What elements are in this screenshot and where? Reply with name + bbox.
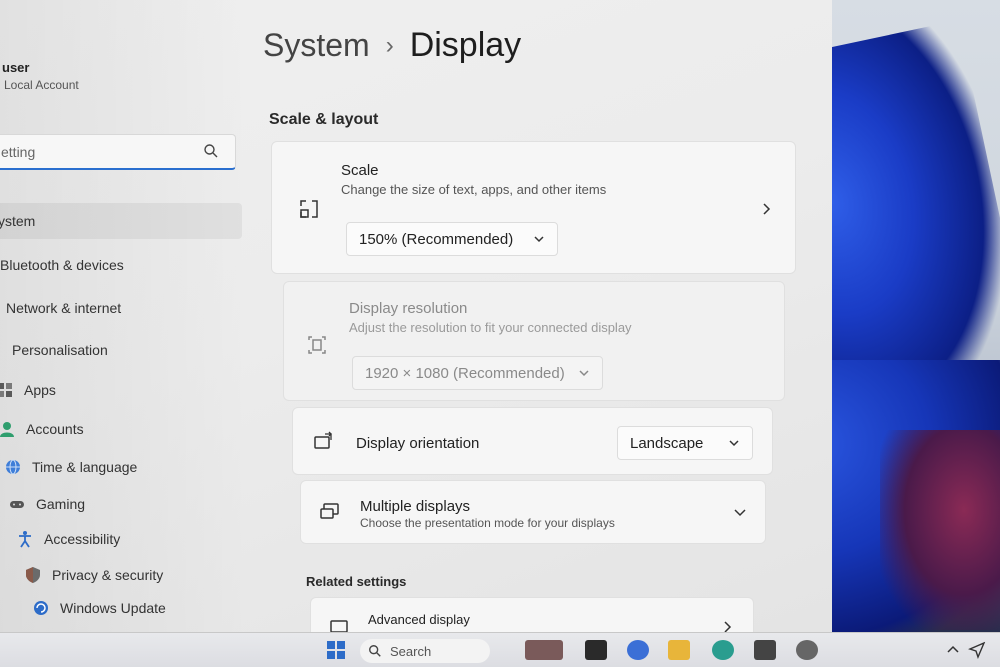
file-explorer-icon[interactable] (668, 640, 690, 660)
taskbar-search[interactable]: Search (360, 639, 490, 663)
sidebar-item-privacy-security[interactable]: Privacy & security (24, 557, 238, 593)
sidebar-item-system[interactable]: ystem (0, 203, 242, 239)
resolution-subtitle: Adjust the resolution to fit your connec… (349, 320, 632, 335)
orientation-card[interactable]: Display orientation Landscape (292, 407, 773, 475)
chevron-down-icon (729, 440, 739, 447)
chevron-down-icon (579, 370, 589, 377)
store-icon[interactable] (754, 640, 776, 660)
section-title-related-settings: Related settings (306, 574, 407, 589)
search-icon (369, 645, 381, 657)
resolution-value: 1920 × 1080 (Recommended) (365, 364, 565, 382)
advanced-display-title: Advanced display (368, 612, 470, 627)
resolution-dropdown[interactable]: 1920 × 1080 (Recommended) (352, 356, 603, 390)
resolution-title: Display resolution (349, 300, 468, 317)
settings-gear-icon[interactable] (796, 640, 818, 660)
sidebar-item-label: Accounts (26, 421, 84, 437)
sidebar-item-gaming[interactable]: Gaming (8, 486, 238, 522)
sidebar-item-accounts[interactable]: Accounts (0, 411, 238, 447)
task-view-icon[interactable] (585, 640, 607, 660)
sidebar-item-apps[interactable]: Apps (0, 372, 238, 408)
windows-start-icon[interactable] (325, 640, 347, 660)
update-icon (34, 601, 48, 615)
sidebar-item-label: Personalisation (12, 342, 108, 358)
taskbar-search-label: Search (390, 643, 432, 659)
location-arrow-icon[interactable] (968, 641, 986, 659)
user-name: user (2, 60, 30, 75)
settings-search-input[interactable] (1, 142, 201, 162)
chevron-down-icon (534, 236, 544, 243)
breadcrumb: System › Display (263, 26, 521, 65)
scale-dropdown[interactable]: 150% (Recommended) (346, 222, 558, 256)
apps-icon (0, 383, 12, 397)
sidebar-item-label: Windows Update (60, 600, 166, 616)
resolution-card[interactable]: Display resolution Adjust the resolution… (283, 281, 785, 401)
sidebar-item-label: Accessibility (44, 531, 121, 547)
multiple-displays-subtitle: Choose the presentation mode for your di… (360, 516, 615, 530)
orientation-title: Display orientation (356, 435, 480, 452)
sidebar-item-label: Time & language (32, 459, 138, 475)
breadcrumb-separator: › (385, 31, 394, 59)
taskbar-app-icon[interactable] (525, 640, 563, 660)
taskbar: Search (0, 632, 1000, 667)
sidebar-item-windows-update[interactable]: Windows Update (32, 590, 238, 626)
scale-title: Scale (341, 162, 379, 179)
scale-value: 150% (Recommended) (359, 230, 514, 248)
multiple-displays-title: Multiple displays (360, 498, 471, 515)
shield-icon (26, 567, 40, 583)
sidebar-item-label: Privacy & security (52, 567, 164, 583)
sidebar-item-label: ystem (0, 213, 36, 229)
chevron-down-icon[interactable] (733, 507, 747, 519)
settings-search-box[interactable] (0, 134, 236, 170)
multiple-displays-card[interactable]: Multiple displays Choose the presentatio… (300, 480, 766, 544)
sidebar-item-bluetooth[interactable]: Bluetooth & devices (0, 247, 240, 283)
chevron-up-icon[interactable] (945, 642, 961, 658)
sidebar-item-accessibility[interactable]: Accessibility (16, 521, 238, 557)
sidebar-item-label: Gaming (36, 496, 86, 512)
section-title-scale-layout: Scale & layout (269, 111, 379, 128)
breadcrumb-parent[interactable]: System (263, 27, 370, 64)
user-account-type: Local Account (4, 78, 79, 92)
sidebar-item-network[interactable]: Network & internet (6, 290, 238, 326)
multiple-displays-icon (320, 503, 339, 519)
chevron-right-icon[interactable] (760, 202, 772, 216)
scale-subtitle: Change the size of text, apps, and other… (341, 182, 607, 197)
settings-window: user Local Account ystem Bluetooth & dev… (0, 0, 832, 647)
scale-card[interactable]: Scale Change the size of text, apps, and… (271, 141, 796, 274)
sidebar-item-label: Bluetooth & devices (0, 257, 124, 273)
scale-icon (300, 200, 318, 218)
gamepad-icon (10, 501, 24, 508)
sidebar-item-personalisation[interactable]: Personalisation (12, 332, 238, 368)
search-icon (204, 144, 218, 158)
globe-icon (6, 459, 20, 475)
accounts-icon (0, 422, 14, 437)
sidebar-item-time-language[interactable]: Time & language (4, 449, 238, 485)
edge-browser-icon[interactable] (712, 640, 734, 660)
wallpaper-bloom-accent (880, 430, 1000, 630)
orientation-dropdown[interactable]: Landscape (617, 426, 753, 460)
accessibility-icon (19, 531, 31, 548)
page-title: Display (409, 26, 522, 64)
resolution-icon (308, 336, 326, 354)
sidebar-item-label: Apps (24, 382, 56, 398)
orientation-icon (314, 431, 332, 449)
orientation-value: Landscape (630, 434, 704, 452)
sidebar-item-label: Network & internet (6, 300, 122, 316)
chat-icon[interactable] (627, 640, 649, 660)
